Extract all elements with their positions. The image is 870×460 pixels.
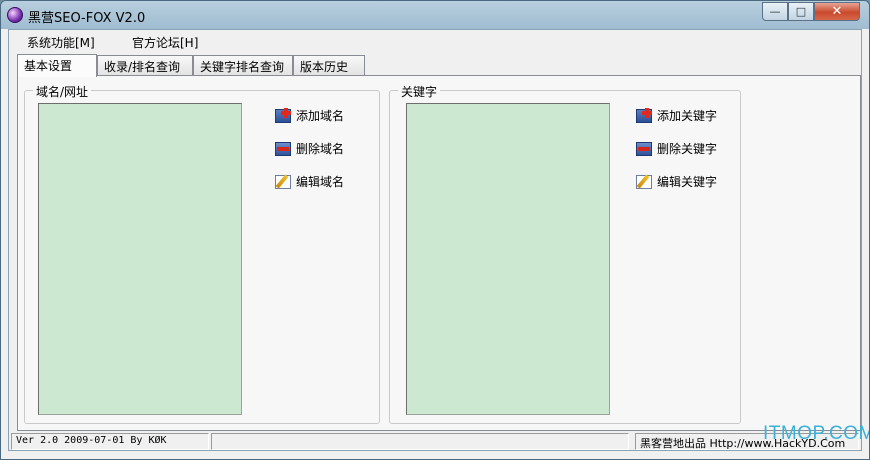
tab-version-history[interactable]: 版本历史 xyxy=(293,55,365,75)
minimize-button[interactable]: — xyxy=(762,2,788,21)
keyword-listbox[interactable] xyxy=(406,103,610,415)
domain-listbox[interactable] xyxy=(38,103,242,415)
title-bar[interactable]: 黑营SEO-FOX V2.0 — □ ✕ xyxy=(1,1,869,29)
delete-icon xyxy=(275,141,291,156)
domain-group: 域名/网址 添加域名 删除域名 编辑域名 xyxy=(24,83,380,424)
close-button[interactable]: ✕ xyxy=(814,2,860,21)
tab-keyword-rank-query[interactable]: 关键字排名查询 xyxy=(193,55,293,75)
app-window: 黑营SEO-FOX V2.0 — □ ✕ 系统功能[M] 官方论坛[H] 基本设… xyxy=(0,0,870,460)
maximize-button[interactable]: □ xyxy=(788,2,814,21)
menu-system[interactable]: 系统功能[M] xyxy=(27,34,95,51)
app-logo-icon xyxy=(7,7,23,23)
domain-group-legend: 域名/网址 xyxy=(33,83,92,100)
tab-basic-settings[interactable]: 基本设置 xyxy=(17,54,97,77)
edit-keyword-button[interactable]: 编辑关键字 xyxy=(636,173,717,190)
edit-domain-label: 编辑域名 xyxy=(296,175,345,189)
edit-keyword-label: 编辑关键字 xyxy=(657,175,718,189)
menu-forum[interactable]: 官方论坛[H] xyxy=(132,34,198,51)
tab-label: 基本设置 xyxy=(24,59,73,73)
add-keyword-label: 添加关键字 xyxy=(657,109,718,123)
client-area: 系统功能[M] 官方论坛[H] 基本设置 收录/排名查询 关键字排名查询 版本历… xyxy=(8,29,862,451)
status-middle xyxy=(211,433,629,450)
tab-label: 版本历史 xyxy=(300,60,349,74)
status-version: Ver 2.0 2009-07-01 By KØK xyxy=(11,433,209,450)
basic-settings-panel: 域名/网址 添加域名 删除域名 编辑域名 关键字 添加关键字 删除关键字 编辑关… xyxy=(17,75,861,431)
keyword-group-legend: 关键字 xyxy=(398,83,441,100)
keyword-group: 关键字 添加关键字 删除关键字 编辑关键字 xyxy=(389,83,741,424)
edit-pencil-icon xyxy=(636,174,652,189)
menu-bar: 系统功能[M] 官方论坛[H] xyxy=(9,30,861,52)
add-keyword-button[interactable]: 添加关键字 xyxy=(636,107,717,124)
delete-keyword-button[interactable]: 删除关键字 xyxy=(636,140,717,157)
edit-pencil-icon xyxy=(275,174,291,189)
add-icon xyxy=(275,107,291,123)
add-domain-label: 添加域名 xyxy=(296,109,345,123)
add-domain-button[interactable]: 添加域名 xyxy=(275,107,344,124)
tab-label: 关键字排名查询 xyxy=(200,60,285,74)
minimize-icon: — xyxy=(769,5,781,18)
window-title: 黑营SEO-FOX V2.0 xyxy=(28,11,146,26)
maximize-icon: □ xyxy=(795,5,807,18)
close-icon: ✕ xyxy=(831,4,843,19)
status-bar: Ver 2.0 2009-07-01 By KØK 黑客营地出品 Http://… xyxy=(9,433,861,451)
delete-keyword-label: 删除关键字 xyxy=(657,142,718,156)
tab-index-rank-query[interactable]: 收录/排名查询 xyxy=(97,55,193,75)
delete-domain-button[interactable]: 删除域名 xyxy=(275,140,344,157)
site-watermark: ITMOP.COM xyxy=(763,423,870,444)
delete-domain-label: 删除域名 xyxy=(296,142,345,156)
add-icon xyxy=(636,107,652,123)
delete-icon xyxy=(636,141,652,156)
tab-label: 收录/排名查询 xyxy=(104,60,181,74)
edit-domain-button[interactable]: 编辑域名 xyxy=(275,173,344,190)
